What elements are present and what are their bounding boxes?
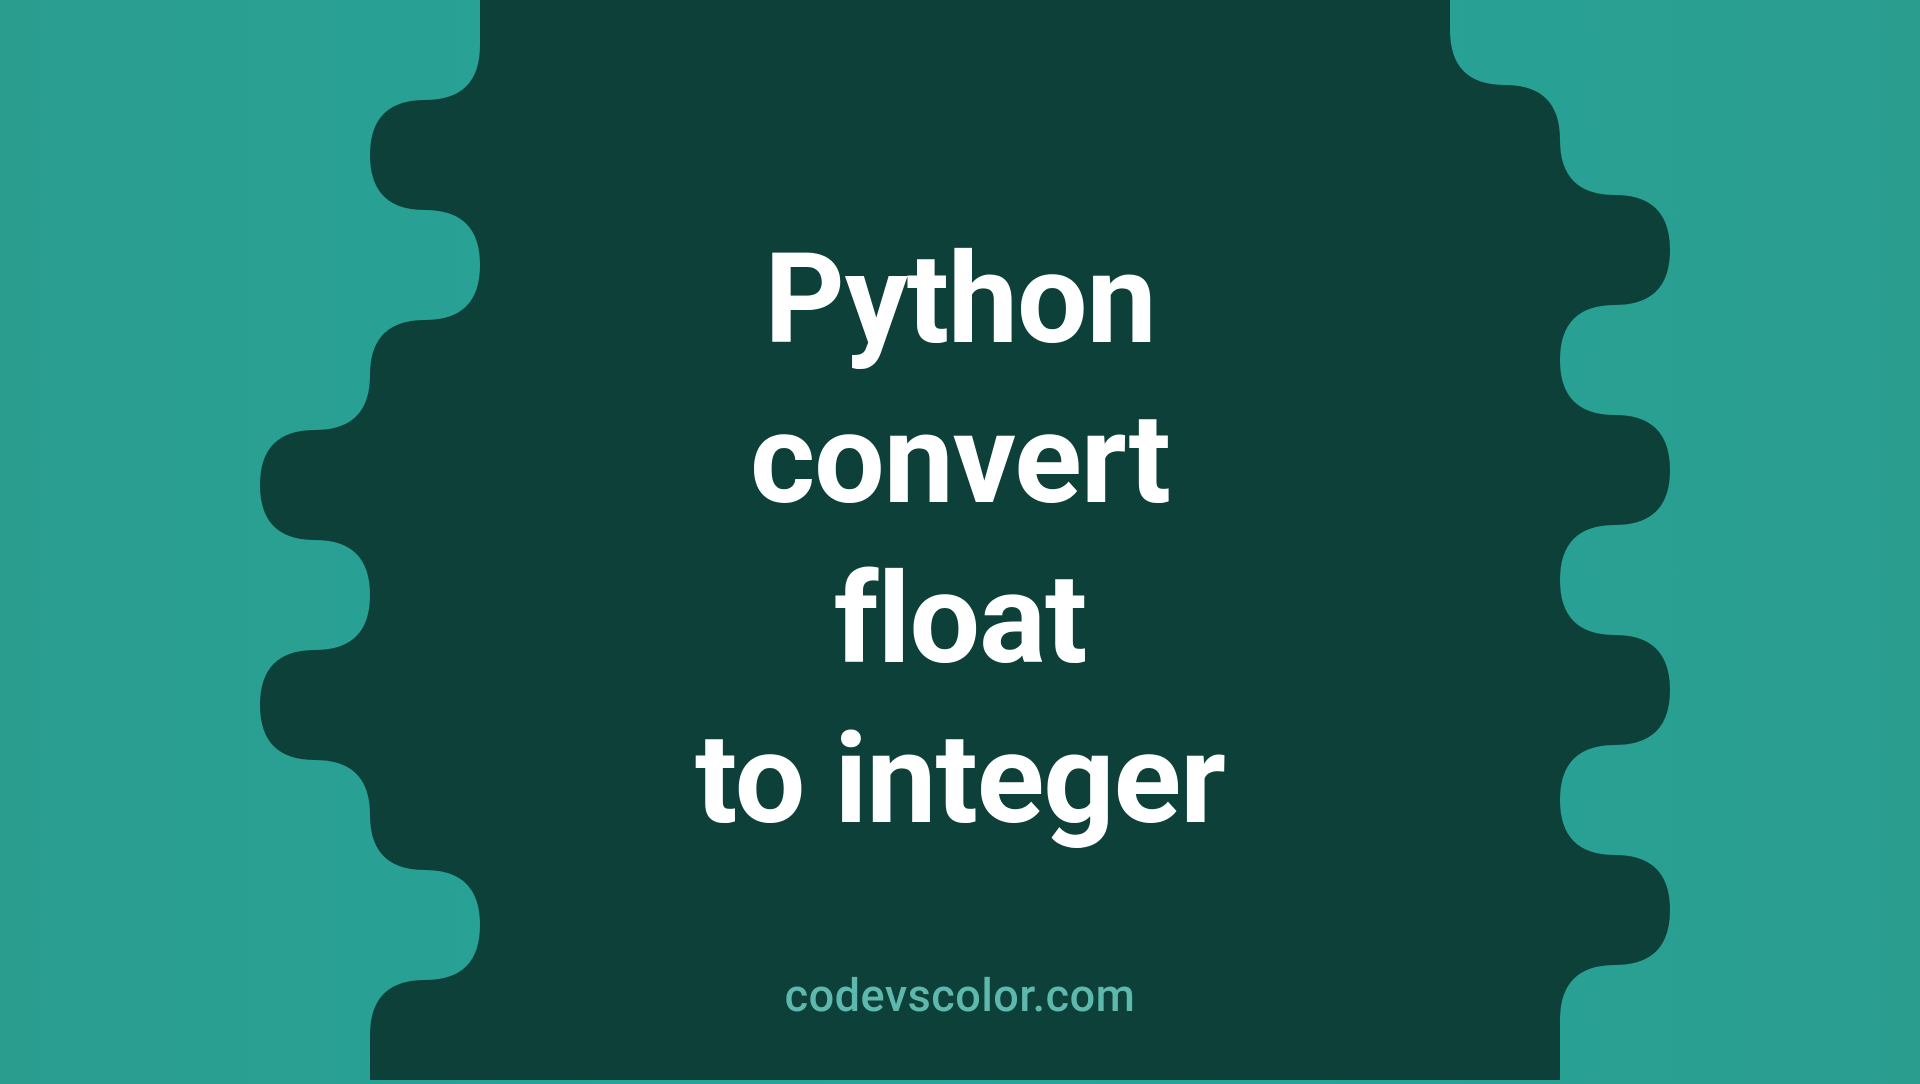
title-line-1: Python xyxy=(0,220,1920,380)
main-content: Python convert float to integer xyxy=(0,220,1920,860)
watermark-text: codevscolor.com xyxy=(785,969,1136,1022)
title-line-4: to integer xyxy=(0,700,1920,860)
title-line-2: convert xyxy=(0,380,1920,540)
title-line-3: float xyxy=(0,540,1920,700)
title-text: Python convert float to integer xyxy=(0,220,1920,860)
